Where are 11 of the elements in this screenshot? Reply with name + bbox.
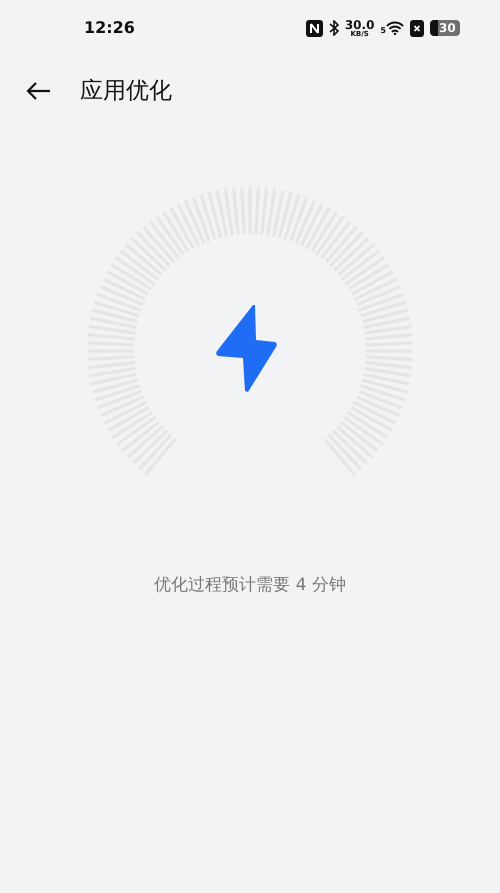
wifi-band-label: 5 bbox=[380, 27, 386, 35]
estimate-message: 优化过程预计需要 4 分钟 bbox=[154, 574, 346, 597]
page-title: 应用优化 bbox=[80, 76, 172, 106]
network-speed: 30.0 bbox=[344, 18, 374, 30]
status-time: 12:26 bbox=[84, 17, 135, 39]
lightning-icon bbox=[216, 305, 277, 392]
wifi-icon bbox=[386, 21, 404, 35]
nfc-icon bbox=[306, 20, 323, 36]
battery-indicator: 30 bbox=[430, 20, 460, 36]
sim-blocked-icon bbox=[410, 20, 424, 36]
bluetooth-icon bbox=[328, 20, 339, 36]
